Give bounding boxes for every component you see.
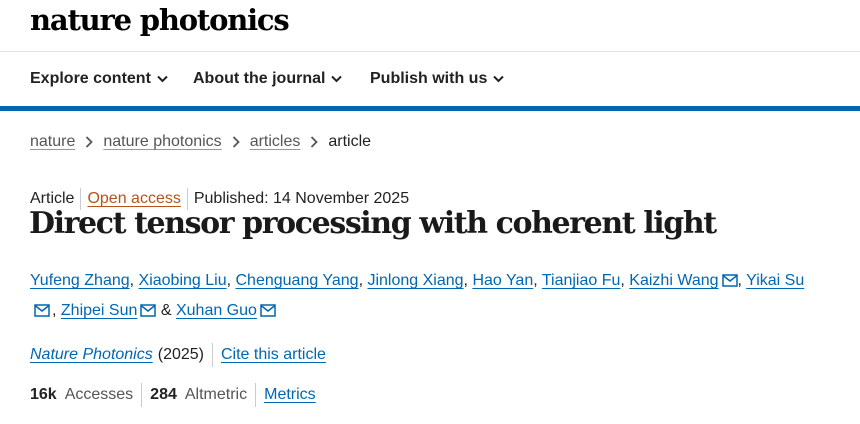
author-ampersand: &: [160, 302, 172, 319]
journal-logo[interactable]: nature photonics: [30, 3, 290, 37]
publication-year: (2025): [157, 346, 204, 363]
article-metrics: 16k Accesses 284 Altmetric Metrics: [30, 383, 316, 407]
accesses-label: Accesses: [64, 386, 134, 403]
masthead: nature photonics: [0, 0, 860, 52]
altmetric-label: Altmetric: [184, 386, 248, 403]
author-list: Yufeng Zhang, Xiaobing Liu, Chenguang Ya…: [30, 272, 805, 319]
author-link[interactable]: Chenguang Yang: [236, 272, 359, 289]
altmetric-value: 284: [150, 386, 177, 403]
chevron-down-icon: [331, 75, 343, 83]
author-link[interactable]: Yikai Su: [746, 272, 804, 289]
author-link[interactable]: Xiaobing Liu: [139, 272, 227, 289]
journal-link[interactable]: Nature Photonics: [30, 346, 153, 364]
author-link[interactable]: Hao Yan: [472, 272, 533, 289]
cite-this-article-link[interactable]: Cite this article: [221, 346, 326, 364]
mail-icon[interactable]: [34, 304, 50, 317]
breadcrumb-current: article: [328, 133, 372, 150]
chevron-right-icon: [310, 136, 319, 148]
author-link[interactable]: Kaizhi Wang: [629, 272, 718, 289]
author-link[interactable]: Tianjiao Fu: [542, 272, 621, 289]
mail-icon[interactable]: [260, 304, 276, 317]
nav-label: About the journal: [193, 70, 326, 87]
author-link[interactable]: Yufeng Zhang: [30, 272, 130, 289]
breadcrumb: nature nature photonics articles article: [30, 133, 371, 151]
nav-publish-with-us[interactable]: Publish with us: [370, 70, 505, 88]
metrics-link[interactable]: Metrics: [264, 386, 316, 404]
author-link[interactable]: Xuhan Guo: [176, 302, 257, 319]
chevron-right-icon: [232, 136, 240, 148]
nav-label: Publish with us: [370, 70, 488, 87]
divider: [211, 343, 213, 367]
accesses-value: 16k: [30, 386, 57, 403]
citation-line: Nature Photonics (2025) Cite this articl…: [30, 343, 326, 367]
main-nav: Explore content About the journal Publis…: [0, 52, 860, 106]
chevron-right-icon: [85, 136, 94, 148]
article-title: Direct tensor processing with coherent l…: [29, 206, 717, 241]
nav-accent-rule: [0, 106, 860, 111]
breadcrumb-articles[interactable]: articles: [250, 133, 301, 151]
breadcrumb-nature[interactable]: nature: [30, 133, 75, 151]
chevron-down-icon: [493, 75, 505, 83]
nav-about-journal[interactable]: About the journal: [193, 70, 343, 88]
author-link[interactable]: Jinlong Xiang: [367, 272, 463, 289]
chevron-down-icon: [157, 75, 168, 83]
breadcrumb-nature-photonics[interactable]: nature photonics: [103, 133, 221, 151]
nav-explore-content[interactable]: Explore content: [30, 70, 168, 88]
nav-label: Explore content: [30, 70, 151, 87]
mail-icon[interactable]: [140, 304, 157, 317]
mail-icon[interactable]: [721, 274, 738, 287]
divider: [255, 383, 257, 407]
divider: [141, 383, 143, 407]
author-link[interactable]: Zhipei Sun: [61, 302, 138, 319]
